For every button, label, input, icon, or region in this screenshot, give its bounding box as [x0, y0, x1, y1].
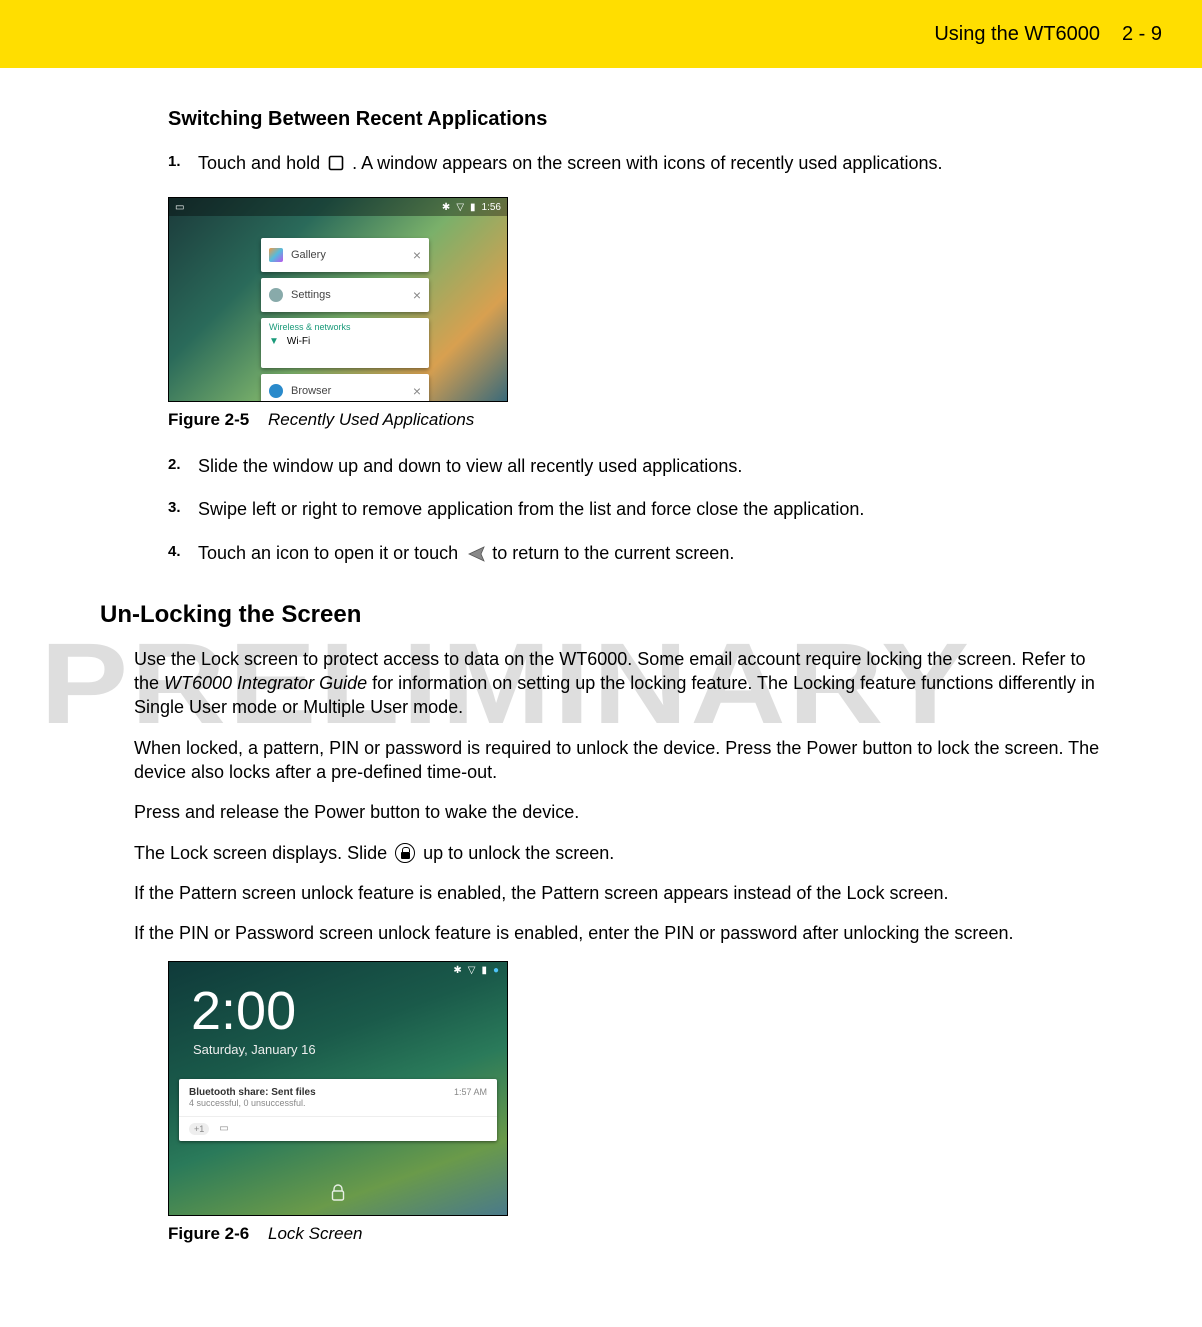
step-2: 2. Slide the window up and down to view …: [168, 454, 1102, 479]
close-icon: ×: [413, 383, 421, 399]
step-number: 2.: [168, 454, 198, 473]
battery-icon: ▮: [470, 202, 476, 213]
steps-list-cont: 2. Slide the window up and down to view …: [168, 454, 1102, 569]
step-text: Slide the window up and down to view all…: [198, 454, 1102, 479]
status-left-icon: ▭: [175, 202, 184, 213]
browser-icon: [269, 384, 283, 398]
recent-app-settings: Settings ×: [261, 278, 429, 312]
wifi-icon: ▽: [468, 965, 476, 976]
steps-list: 1. Touch and hold . A window appears on …: [168, 151, 1102, 179]
step-text: Touch and hold: [198, 153, 325, 173]
figure-number: Figure 2-6: [168, 1224, 249, 1243]
paragraph: Press and release the Power button to wa…: [134, 800, 1102, 824]
wifi-icon: ▽: [456, 202, 464, 213]
step-3: 3. Swipe left or right to remove applica…: [168, 497, 1102, 522]
paragraph: The Lock screen displays. Slide up to un…: [134, 841, 1102, 865]
step-4: 4. Touch an icon to open it or touch to …: [168, 541, 1102, 569]
notification-title: Bluetooth share: Sent files: [189, 1087, 316, 1098]
battery-icon: ▮: [481, 965, 487, 976]
app-label: Wi-Fi: [287, 336, 310, 347]
paragraph: When locked, a pattern, PIN or password …: [134, 736, 1102, 785]
lock-time: 2:00: [191, 980, 507, 1042]
step-1: 1. Touch and hold . A window appears on …: [168, 151, 1102, 179]
chapter-title: Using the WT6000: [934, 23, 1100, 46]
page-header: Using the WT6000 2 - 9: [0, 0, 1202, 68]
lock-date: Saturday, January 16: [193, 1042, 507, 1057]
notification-badge: +1: [189, 1123, 209, 1135]
app-label: Browser: [291, 385, 331, 397]
text: The Lock screen displays. Slide: [134, 843, 392, 863]
menu-icon: [327, 154, 345, 179]
app-label: Gallery: [291, 249, 326, 261]
figure-number: Figure 2-5: [168, 410, 249, 429]
back-icon: [465, 544, 485, 569]
bluetooth-icon: ✱: [442, 202, 450, 213]
recent-app-browser: Browser ×: [261, 374, 429, 402]
figure-2-5-caption: Figure 2-5 Recently Used Applications: [168, 410, 1102, 430]
text: up to unlock the screen.: [423, 843, 614, 863]
step-text: to return to the current screen.: [492, 543, 734, 563]
page-number: 2 - 9: [1122, 23, 1162, 46]
paragraph: If the Pattern screen unlock feature is …: [134, 881, 1102, 905]
notification-time: 1:57 AM: [454, 1087, 487, 1108]
step-text: Touch an icon to open it or touch: [198, 543, 463, 563]
figure-2-5-screenshot: ▭ ✱ ▽ ▮ 1:56 Gallery × Settings × Wirele…: [168, 197, 508, 402]
figure-title: Recently Used Applications: [268, 410, 474, 429]
bluetooth-icon: ✱: [453, 965, 461, 976]
recent-app-wifi: Wireless & networks ▼ Wi-Fi: [261, 318, 429, 368]
paragraph: Use the Lock screen to protect access to…: [134, 647, 1102, 720]
paragraph: If the PIN or Password screen unlock fea…: [134, 921, 1102, 945]
lock-indicator: [169, 1184, 507, 1207]
figure-2-6-screenshot: ✱ ▽ ▮ ● 2:00 Saturday, January 16 Blueto…: [168, 961, 508, 1216]
wifi-header: Wireless & networks: [261, 318, 429, 332]
close-icon: ×: [413, 287, 421, 303]
status-bar: ✱ ▽ ▮ ●: [445, 962, 507, 978]
settings-icon: [269, 288, 283, 302]
image-icon: ▭: [219, 1123, 228, 1135]
status-bar: ▭ ✱ ▽ ▮ 1:56: [169, 198, 507, 216]
section-title-unlocking: Un-Locking the Screen: [100, 601, 1102, 629]
page-content: PRELIMINARY Switching Between Recent App…: [0, 68, 1202, 1278]
step-text: Swipe left or right to remove applicatio…: [198, 497, 1102, 522]
guide-reference: WT6000 Integrator Guide: [164, 673, 367, 693]
user-icon: ●: [493, 965, 499, 976]
figure-title: Lock Screen: [268, 1224, 363, 1243]
gallery-icon: [269, 248, 283, 262]
section-title-switching: Switching Between Recent Applications: [168, 108, 1102, 131]
clock: 1:56: [482, 202, 501, 213]
recent-app-gallery: Gallery ×: [261, 238, 429, 272]
wifi-icon: ▼: [269, 336, 279, 347]
step-number: 1.: [168, 151, 198, 170]
app-label: Settings: [291, 289, 331, 301]
notification-card: Bluetooth share: Sent files 4 successful…: [179, 1079, 497, 1141]
figure-2-6-caption: Figure 2-6 Lock Screen: [168, 1224, 1102, 1244]
notification-subtitle: 4 successful, 0 unsuccessful.: [189, 1098, 316, 1108]
step-number: 3.: [168, 497, 198, 516]
step-text: . A window appears on the screen with ic…: [352, 153, 942, 173]
lock-icon: [395, 843, 415, 863]
step-number: 4.: [168, 541, 198, 560]
close-icon: ×: [413, 247, 421, 263]
